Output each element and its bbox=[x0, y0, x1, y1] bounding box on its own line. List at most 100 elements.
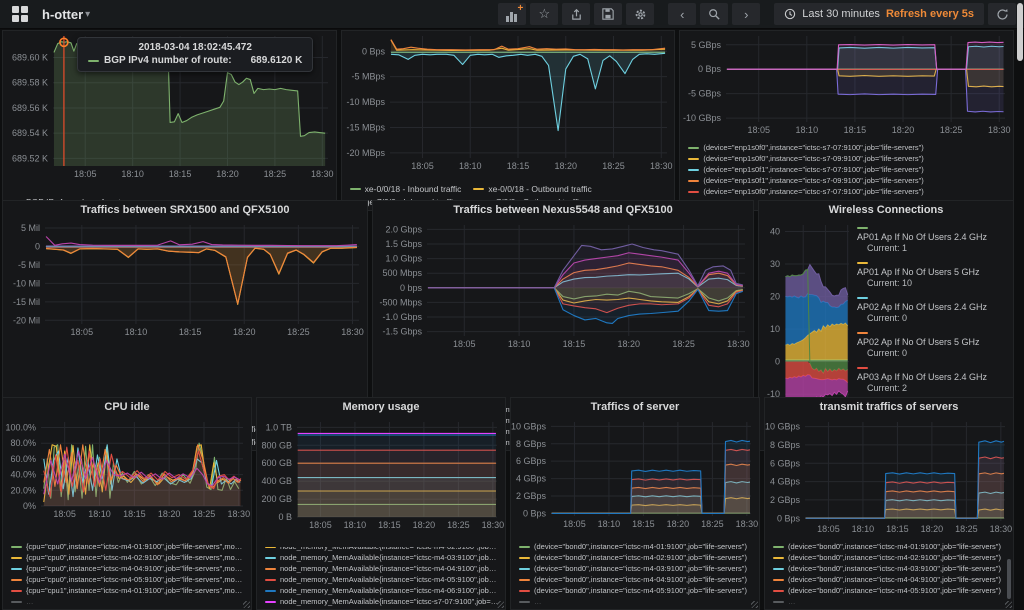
chart-server-transmit-traffic[interactable]: 10 GBps8 GBps6 GBps4 GBps2 GBps0 Bps18:0… bbox=[765, 417, 1013, 541]
legend-item[interactable]: (device="enp1s0f0",instance="ictsc-s7-07… bbox=[688, 142, 1007, 153]
resize-handle[interactable] bbox=[1005, 601, 1012, 608]
legend-item[interactable]: (device="enp1s0f0",instance="ictsc-s7-07… bbox=[688, 186, 1007, 197]
legend-item[interactable]: node_memory_MemAvailable{instance="ictsc… bbox=[265, 585, 499, 596]
legend-current-value: Current: 1 bbox=[857, 243, 1009, 254]
legend-memory-usage: node_memory_MemAvailable{instance="ictsc… bbox=[257, 547, 505, 609]
tooltip-series-label: BGP IPv4 number of route: bbox=[104, 55, 232, 66]
refresh-button[interactable] bbox=[988, 3, 1016, 25]
legend-item[interactable]: (device="enp1s0f1",instance="ictsc-s7-07… bbox=[688, 164, 1007, 175]
legend-item[interactable]: AP01 Ap If No Of Users 5 GHzCurrent: 10 bbox=[857, 257, 1009, 289]
legend-item[interactable]: AP02 Ap If No Of Users 5 GHzCurrent: 0 bbox=[857, 327, 1009, 359]
chart-interface-traffic[interactable]: 0 Bps-5 MBps-10 MBps-15 MBps-20 MBps18:0… bbox=[342, 31, 675, 183]
panel-title[interactable]: Traffics between SRX1500 and QFX5100 bbox=[3, 201, 367, 220]
panel-title[interactable]: Traffics of server bbox=[511, 398, 759, 417]
legend-item[interactable]: (device="bond0",instance="ictsc-m4-05:91… bbox=[773, 585, 1007, 596]
legend-item-clipped[interactable]: … bbox=[519, 596, 753, 607]
y-tick-label: -1.5 Gbps bbox=[382, 327, 422, 337]
x-tick-label: 18:20 bbox=[667, 519, 690, 529]
legend-label: (device="enp1s0f0",instance="ictsc-s7-09… bbox=[703, 153, 923, 164]
legend-item[interactable]: {cpu="cpu0",instance="ictsc-m4-01:9100",… bbox=[11, 541, 245, 552]
y-tick-label: 1.5 Gbps bbox=[385, 239, 422, 249]
y-tick-label: 689.54 K bbox=[12, 128, 48, 138]
legend-item[interactable]: (device="bond0",instance="ictsc-m4-01:91… bbox=[773, 541, 1007, 552]
panel-title[interactable]: Memory usage bbox=[257, 398, 505, 417]
legend-item[interactable]: AP02 Ap If No Of Users 2.4 GHzCurrent: 0 bbox=[857, 292, 1009, 324]
dashboards-icon[interactable] bbox=[12, 6, 28, 22]
y-tick-label: 40 bbox=[770, 227, 780, 237]
panel-title[interactable]: Wireless Connections bbox=[759, 201, 1013, 220]
time-forward-button[interactable]: › bbox=[732, 3, 760, 25]
page-scrollbar[interactable] bbox=[1017, 3, 1023, 61]
legend-item[interactable]: xe-0/0/18 - Inbound traffic bbox=[350, 183, 462, 195]
x-tick-label: 18:20 bbox=[617, 339, 640, 349]
star-button[interactable]: ☆ bbox=[530, 3, 558, 25]
legend-item[interactable]: node_memory_MemAvailable{instance="ictsc… bbox=[265, 552, 499, 563]
legend-item[interactable]: AP03 Ap If No Of Users 2.4 GHzCurrent: 2 bbox=[857, 362, 1009, 394]
y-tick-label: 0 Bps bbox=[698, 64, 722, 74]
clock-icon bbox=[784, 8, 796, 20]
legend-label: (device="bond0",instance="ictsc-m4-05:91… bbox=[534, 585, 747, 596]
legend-item[interactable]: node_memory_MemAvailable{instance="ictsc… bbox=[265, 563, 499, 574]
legend-swatch bbox=[519, 590, 530, 592]
panel-title[interactable]: transmit traffics of servers bbox=[765, 398, 1013, 417]
legend-item[interactable]: (device="bond0",instance="ictsc-m4-05:91… bbox=[519, 585, 753, 596]
chart-srx-qfx-traffic[interactable]: 5 Mil0-5 Mil-10 Mil-15 Mil-20 Mil18:0518… bbox=[3, 220, 367, 397]
legend-item[interactable]: {cpu="cpu0",instance="ictsc-m4-05:9100",… bbox=[11, 574, 245, 585]
legend-item[interactable]: (device="bond0",instance="ictsc-m4-03:91… bbox=[519, 563, 753, 574]
x-tick-label: 18:15 bbox=[378, 520, 401, 530]
panel-title[interactable]: Traffics between Nexus5548 and QFX5100 bbox=[373, 201, 753, 220]
panel-title[interactable]: CPU idle bbox=[3, 398, 251, 417]
dashboard-picker[interactable]: h-otter ▾ bbox=[36, 7, 90, 22]
chart-server-nic-traffic[interactable]: 5 GBps0 Bps-5 GBps-10 GBps18:0518:1018:1… bbox=[680, 31, 1013, 142]
legend-item[interactable]: (device="enp1s0f1",instance="ictsc-s7-09… bbox=[688, 175, 1007, 186]
x-tick-label: 18:05 bbox=[411, 161, 434, 171]
legend-item[interactable]: (device="bond0",instance="ictsc-m4-04:91… bbox=[519, 574, 753, 585]
time-back-button[interactable]: ‹ bbox=[668, 3, 696, 25]
legend-item[interactable]: node_memory_MemAvailable{instance="ictsc… bbox=[265, 574, 499, 585]
legend-item[interactable]: (device="bond0",instance="ictsc-m4-02:91… bbox=[519, 552, 753, 563]
legend-item[interactable]: {cpu="cpu0",instance="ictsc-m4-02:9100",… bbox=[11, 552, 245, 563]
legend-item-clipped[interactable]: … bbox=[11, 596, 245, 607]
zoom-out-button[interactable] bbox=[700, 3, 728, 25]
save-button[interactable] bbox=[594, 3, 622, 25]
legend-item[interactable]: node_memory_MemAvailable{instance="ictsc… bbox=[265, 596, 499, 607]
legend-item[interactable]: (device="bond0",instance="ictsc-m4-02:91… bbox=[773, 552, 1007, 563]
y-tick-label: 2.0 Gbps bbox=[385, 224, 422, 234]
legend-scrollbar[interactable] bbox=[1007, 559, 1011, 599]
legend-item[interactable]: (device="bond0",instance="ictsc-m4-03:91… bbox=[773, 563, 1007, 574]
plus-icon: + bbox=[517, 4, 523, 14]
x-tick-label: 18:30 bbox=[228, 509, 251, 519]
resize-handle[interactable] bbox=[243, 601, 250, 608]
resize-handle[interactable] bbox=[497, 601, 504, 608]
legend-swatch bbox=[519, 579, 530, 581]
legend-label: AP01 Ap If No Of Users 5 GHz bbox=[857, 267, 1009, 278]
legend-item-clipped[interactable]: … bbox=[773, 596, 1007, 607]
legend-item[interactable]: AP01 Ap If No Of Users 2.4 GHzCurrent: 1 bbox=[857, 222, 1009, 254]
time-picker[interactable]: Last 30 minutes Refresh every 5s bbox=[774, 3, 984, 25]
y-tick-label: 80.0% bbox=[10, 438, 36, 448]
resize-handle[interactable] bbox=[751, 601, 758, 608]
legend-item[interactable]: xe-0/0/18 - Outbound traffic bbox=[473, 183, 591, 195]
chart-memory-usage[interactable]: 1.0 TB800 GB600 GB400 GB200 GB0 B18:0518… bbox=[257, 417, 505, 547]
x-tick-label: 18:10 bbox=[598, 519, 621, 529]
chart-cpu-idle[interactable]: 100.0%80.0%60.0%40.0%20.0%0%18:0518:1018… bbox=[3, 417, 251, 541]
chart-server-traffic[interactable]: 10 GBps8 GBps6 GBps4 GBps2 GBps0 Bps18:0… bbox=[511, 417, 759, 541]
legend-item[interactable]: {cpu="cpu1",instance="ictsc-m4-01:9100",… bbox=[11, 585, 245, 596]
add-panel-button[interactable]: + bbox=[498, 3, 526, 25]
y-tick-label: -10 Mil bbox=[13, 278, 40, 288]
legend-current-value: Current: 2 bbox=[857, 383, 1009, 394]
legend-item[interactable]: (device="bond0",instance="ictsc-m4-04:91… bbox=[773, 574, 1007, 585]
chart-nexus-qfx-traffic[interactable]: 2.0 Gbps1.5 Gbps1.0 Gbps500 Mbps0 bps-50… bbox=[373, 220, 753, 404]
legend-swatch bbox=[473, 188, 484, 190]
y-tick-label: 2 GBps bbox=[516, 491, 547, 501]
y-tick-label: 6 GBps bbox=[770, 458, 801, 468]
settings-button[interactable] bbox=[626, 3, 654, 25]
legend-item[interactable]: {cpu="cpu0",instance="ictsc-m4-04:9100",… bbox=[11, 563, 245, 574]
legend-label: xe-0/0/18 - Inbound traffic bbox=[365, 183, 462, 195]
legend-swatch bbox=[265, 601, 276, 603]
panel-cpu-idle: CPU idle 100.0%80.0%60.0%40.0%20.0%0%18:… bbox=[2, 397, 252, 610]
legend-item[interactable]: (device="enp1s0f0",instance="ictsc-s7-09… bbox=[688, 153, 1007, 164]
share-button[interactable] bbox=[562, 3, 590, 25]
legend-swatch bbox=[11, 590, 22, 592]
legend-item[interactable]: (device="bond0",instance="ictsc-m4-01:91… bbox=[519, 541, 753, 552]
